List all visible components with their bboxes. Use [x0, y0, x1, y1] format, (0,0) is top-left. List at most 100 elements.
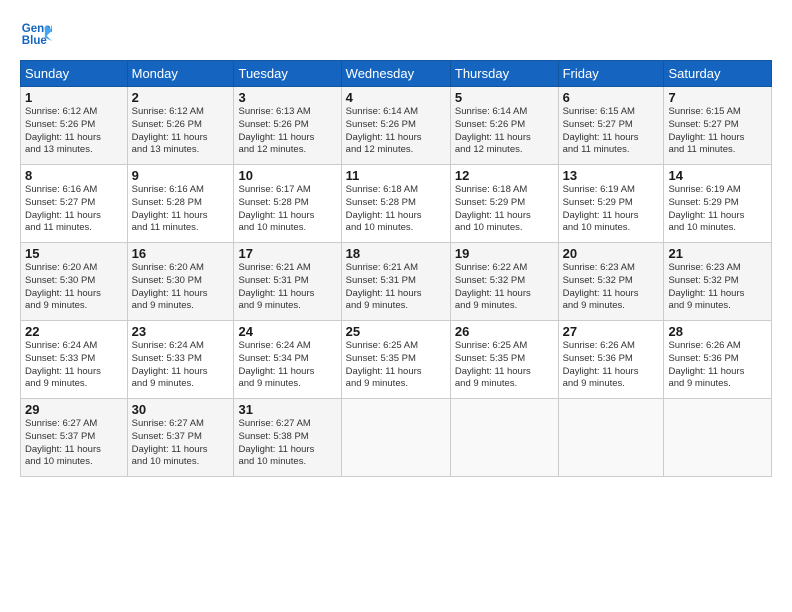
day-info: Sunrise: 6:26 AM Sunset: 5:36 PM Dayligh…: [563, 340, 660, 391]
calendar-cell: [664, 399, 772, 477]
day-info: Sunrise: 6:18 AM Sunset: 5:29 PM Dayligh…: [455, 184, 554, 235]
calendar-cell: 29Sunrise: 6:27 AM Sunset: 5:37 PM Dayli…: [21, 399, 128, 477]
day-number: 14: [668, 168, 767, 183]
day-info: Sunrise: 6:16 AM Sunset: 5:27 PM Dayligh…: [25, 184, 123, 235]
calendar-cell: 16Sunrise: 6:20 AM Sunset: 5:30 PM Dayli…: [127, 243, 234, 321]
calendar-cell: 26Sunrise: 6:25 AM Sunset: 5:35 PM Dayli…: [450, 321, 558, 399]
weekday-header: Saturday: [664, 61, 772, 87]
calendar-cell: 4Sunrise: 6:14 AM Sunset: 5:26 PM Daylig…: [341, 87, 450, 165]
calendar-cell: 8Sunrise: 6:16 AM Sunset: 5:27 PM Daylig…: [21, 165, 128, 243]
day-number: 8: [25, 168, 123, 183]
day-number: 10: [238, 168, 336, 183]
weekday-header: Friday: [558, 61, 664, 87]
day-number: 19: [455, 246, 554, 261]
calendar-week-row: 29Sunrise: 6:27 AM Sunset: 5:37 PM Dayli…: [21, 399, 772, 477]
day-number: 28: [668, 324, 767, 339]
weekday-header: Wednesday: [341, 61, 450, 87]
day-info: Sunrise: 6:27 AM Sunset: 5:37 PM Dayligh…: [25, 418, 123, 469]
header: General Blue: [20, 18, 772, 50]
calendar-cell: 10Sunrise: 6:17 AM Sunset: 5:28 PM Dayli…: [234, 165, 341, 243]
weekday-header: Sunday: [21, 61, 128, 87]
day-info: Sunrise: 6:19 AM Sunset: 5:29 PM Dayligh…: [668, 184, 767, 235]
calendar-cell: 22Sunrise: 6:24 AM Sunset: 5:33 PM Dayli…: [21, 321, 128, 399]
day-info: Sunrise: 6:27 AM Sunset: 5:38 PM Dayligh…: [238, 418, 336, 469]
day-number: 3: [238, 90, 336, 105]
day-info: Sunrise: 6:23 AM Sunset: 5:32 PM Dayligh…: [563, 262, 660, 313]
calendar-week-row: 8Sunrise: 6:16 AM Sunset: 5:27 PM Daylig…: [21, 165, 772, 243]
day-number: 2: [132, 90, 230, 105]
day-info: Sunrise: 6:16 AM Sunset: 5:28 PM Dayligh…: [132, 184, 230, 235]
calendar-cell: 3Sunrise: 6:13 AM Sunset: 5:26 PM Daylig…: [234, 87, 341, 165]
day-number: 13: [563, 168, 660, 183]
calendar-cell: 12Sunrise: 6:18 AM Sunset: 5:29 PM Dayli…: [450, 165, 558, 243]
calendar-cell: 7Sunrise: 6:15 AM Sunset: 5:27 PM Daylig…: [664, 87, 772, 165]
day-number: 21: [668, 246, 767, 261]
day-number: 23: [132, 324, 230, 339]
day-info: Sunrise: 6:22 AM Sunset: 5:32 PM Dayligh…: [455, 262, 554, 313]
day-info: Sunrise: 6:19 AM Sunset: 5:29 PM Dayligh…: [563, 184, 660, 235]
calendar-cell: 28Sunrise: 6:26 AM Sunset: 5:36 PM Dayli…: [664, 321, 772, 399]
day-info: Sunrise: 6:12 AM Sunset: 5:26 PM Dayligh…: [132, 106, 230, 157]
calendar-table: SundayMondayTuesdayWednesdayThursdayFrid…: [20, 60, 772, 477]
day-info: Sunrise: 6:12 AM Sunset: 5:26 PM Dayligh…: [25, 106, 123, 157]
day-number: 12: [455, 168, 554, 183]
day-info: Sunrise: 6:14 AM Sunset: 5:26 PM Dayligh…: [455, 106, 554, 157]
day-number: 30: [132, 402, 230, 417]
day-number: 22: [25, 324, 123, 339]
day-info: Sunrise: 6:23 AM Sunset: 5:32 PM Dayligh…: [668, 262, 767, 313]
day-number: 17: [238, 246, 336, 261]
day-number: 31: [238, 402, 336, 417]
calendar-week-row: 15Sunrise: 6:20 AM Sunset: 5:30 PM Dayli…: [21, 243, 772, 321]
calendar-cell: [558, 399, 664, 477]
day-info: Sunrise: 6:13 AM Sunset: 5:26 PM Dayligh…: [238, 106, 336, 157]
day-number: 9: [132, 168, 230, 183]
weekday-header-row: SundayMondayTuesdayWednesdayThursdayFrid…: [21, 61, 772, 87]
day-number: 27: [563, 324, 660, 339]
day-number: 7: [668, 90, 767, 105]
day-number: 18: [346, 246, 446, 261]
svg-text:Blue: Blue: [22, 35, 48, 47]
day-info: Sunrise: 6:20 AM Sunset: 5:30 PM Dayligh…: [25, 262, 123, 313]
day-number: 20: [563, 246, 660, 261]
calendar-cell: 18Sunrise: 6:21 AM Sunset: 5:31 PM Dayli…: [341, 243, 450, 321]
day-info: Sunrise: 6:14 AM Sunset: 5:26 PM Dayligh…: [346, 106, 446, 157]
day-number: 5: [455, 90, 554, 105]
day-info: Sunrise: 6:25 AM Sunset: 5:35 PM Dayligh…: [346, 340, 446, 391]
day-info: Sunrise: 6:24 AM Sunset: 5:33 PM Dayligh…: [132, 340, 230, 391]
day-info: Sunrise: 6:26 AM Sunset: 5:36 PM Dayligh…: [668, 340, 767, 391]
calendar-cell: 1Sunrise: 6:12 AM Sunset: 5:26 PM Daylig…: [21, 87, 128, 165]
day-number: 6: [563, 90, 660, 105]
day-info: Sunrise: 6:21 AM Sunset: 5:31 PM Dayligh…: [238, 262, 336, 313]
day-number: 15: [25, 246, 123, 261]
day-info: Sunrise: 6:24 AM Sunset: 5:33 PM Dayligh…: [25, 340, 123, 391]
calendar-cell: 20Sunrise: 6:23 AM Sunset: 5:32 PM Dayli…: [558, 243, 664, 321]
calendar-cell: 9Sunrise: 6:16 AM Sunset: 5:28 PM Daylig…: [127, 165, 234, 243]
logo-icon: General Blue: [20, 18, 52, 50]
day-number: 25: [346, 324, 446, 339]
day-info: Sunrise: 6:15 AM Sunset: 5:27 PM Dayligh…: [668, 106, 767, 157]
calendar-cell: 31Sunrise: 6:27 AM Sunset: 5:38 PM Dayli…: [234, 399, 341, 477]
calendar-cell: 21Sunrise: 6:23 AM Sunset: 5:32 PM Dayli…: [664, 243, 772, 321]
day-number: 24: [238, 324, 336, 339]
day-number: 4: [346, 90, 446, 105]
day-number: 1: [25, 90, 123, 105]
calendar-cell: 23Sunrise: 6:24 AM Sunset: 5:33 PM Dayli…: [127, 321, 234, 399]
day-info: Sunrise: 6:27 AM Sunset: 5:37 PM Dayligh…: [132, 418, 230, 469]
day-info: Sunrise: 6:18 AM Sunset: 5:28 PM Dayligh…: [346, 184, 446, 235]
weekday-header: Thursday: [450, 61, 558, 87]
day-number: 29: [25, 402, 123, 417]
day-number: 26: [455, 324, 554, 339]
calendar-cell: 19Sunrise: 6:22 AM Sunset: 5:32 PM Dayli…: [450, 243, 558, 321]
calendar-cell: 15Sunrise: 6:20 AM Sunset: 5:30 PM Dayli…: [21, 243, 128, 321]
day-number: 16: [132, 246, 230, 261]
calendar-cell: 14Sunrise: 6:19 AM Sunset: 5:29 PM Dayli…: [664, 165, 772, 243]
calendar-cell: 11Sunrise: 6:18 AM Sunset: 5:28 PM Dayli…: [341, 165, 450, 243]
calendar-cell: 6Sunrise: 6:15 AM Sunset: 5:27 PM Daylig…: [558, 87, 664, 165]
calendar-cell: 27Sunrise: 6:26 AM Sunset: 5:36 PM Dayli…: [558, 321, 664, 399]
calendar-cell: 13Sunrise: 6:19 AM Sunset: 5:29 PM Dayli…: [558, 165, 664, 243]
calendar-page: General Blue SundayMondayTuesdayWednesda…: [0, 0, 792, 489]
calendar-cell: 30Sunrise: 6:27 AM Sunset: 5:37 PM Dayli…: [127, 399, 234, 477]
weekday-header: Tuesday: [234, 61, 341, 87]
logo: General Blue: [20, 18, 52, 50]
calendar-cell: 24Sunrise: 6:24 AM Sunset: 5:34 PM Dayli…: [234, 321, 341, 399]
